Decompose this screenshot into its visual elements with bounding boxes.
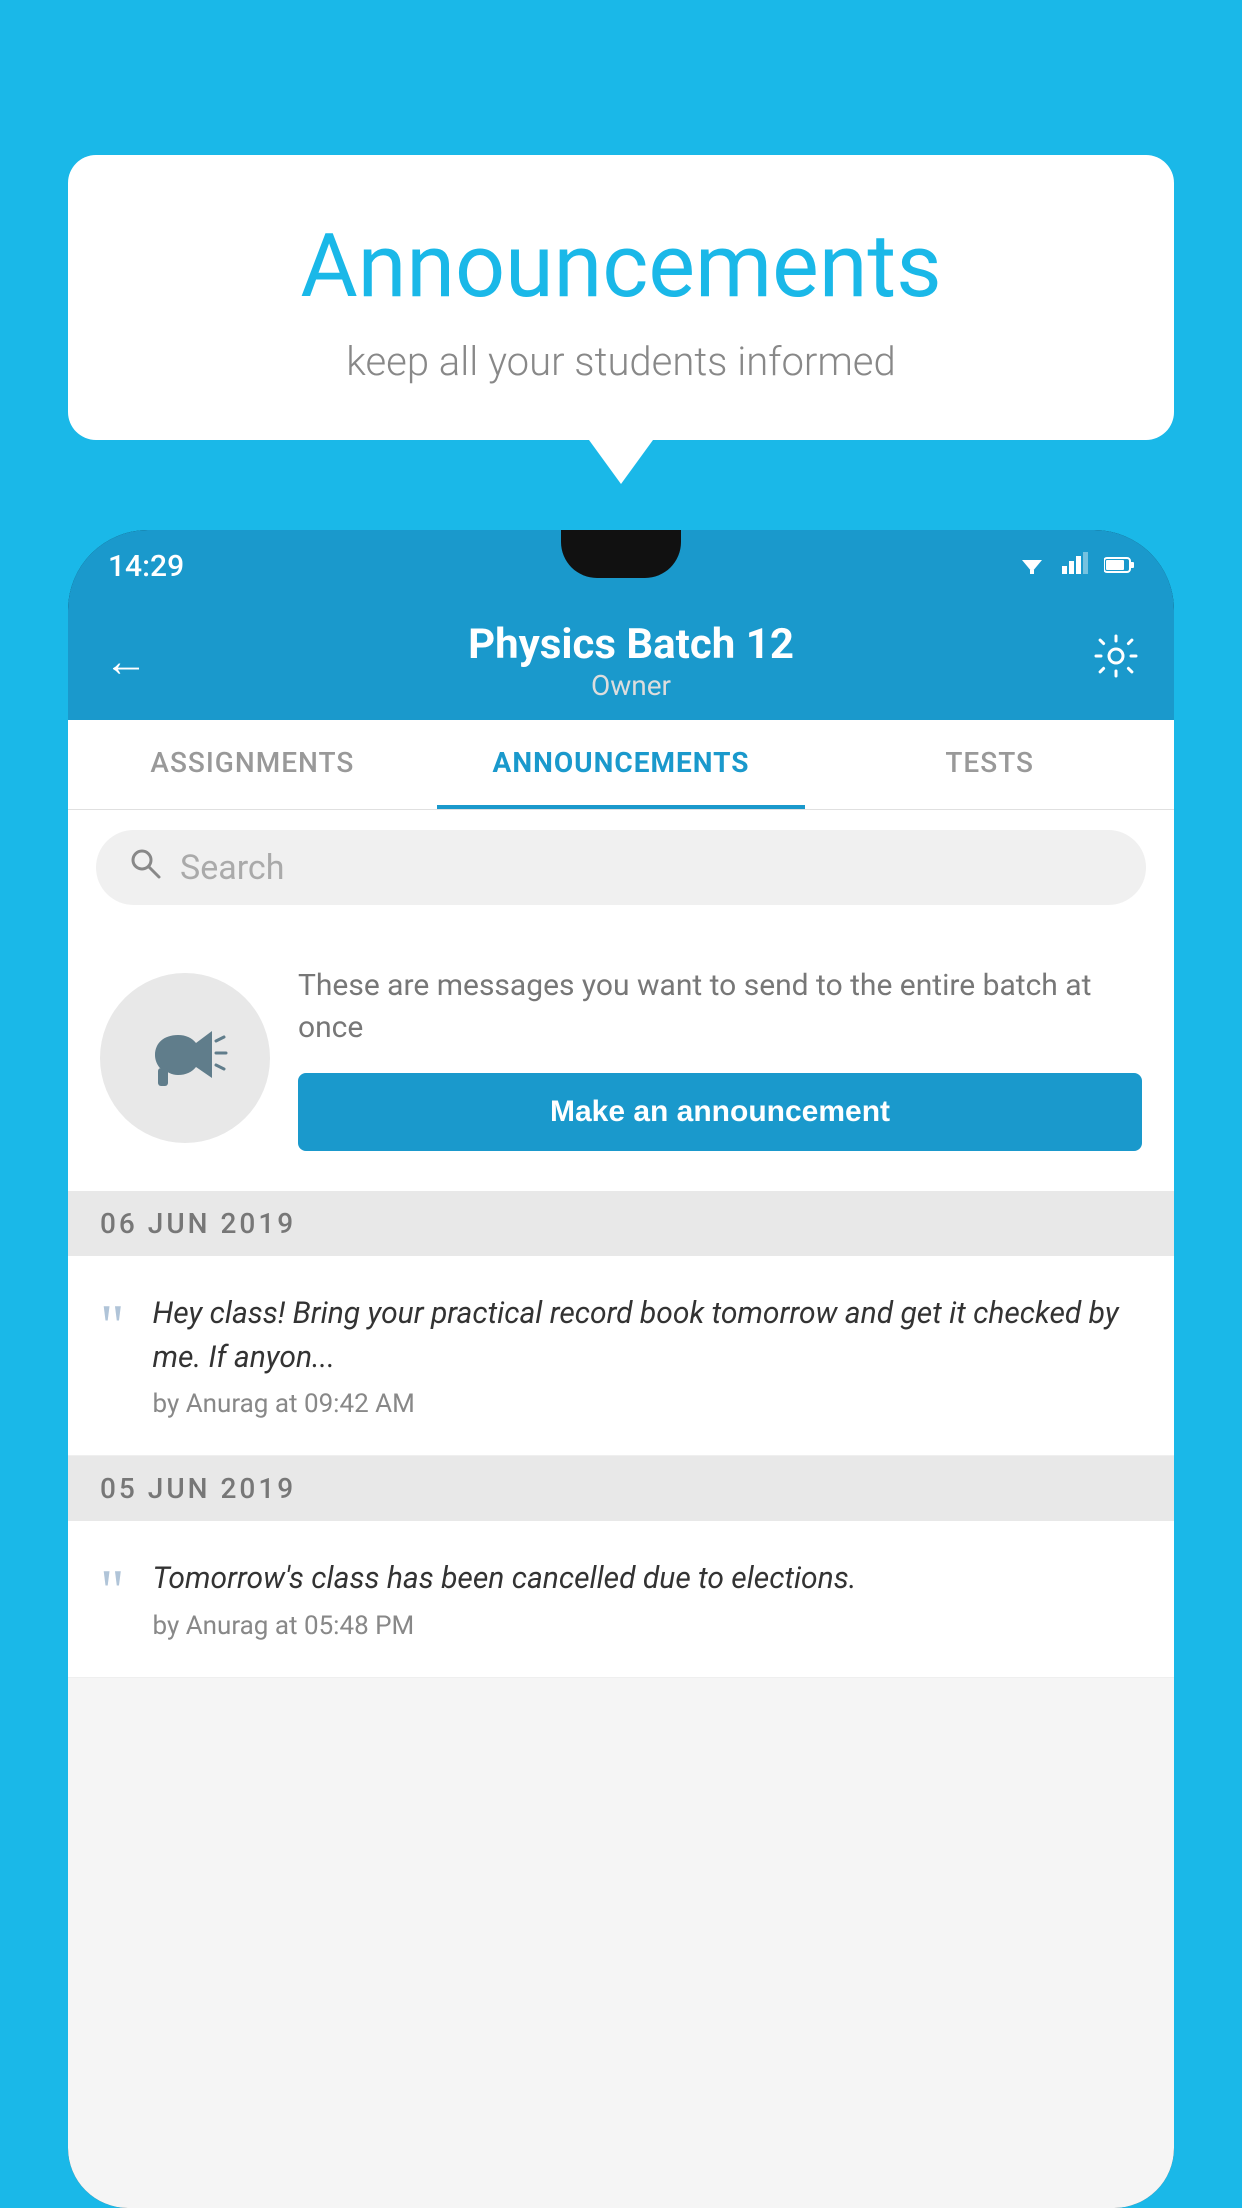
announcement-text-2: Tomorrow's class has been cancelled due … — [153, 1557, 1143, 1641]
app-bar: ← Physics Batch 12 Owner — [68, 602, 1174, 720]
bubble-title: Announcements — [148, 215, 1094, 318]
app-bar-title-group: Physics Batch 12 Owner — [168, 620, 1094, 702]
tab-assignments[interactable]: ASSIGNMENTS — [68, 720, 437, 809]
search-placeholder: Search — [180, 848, 284, 888]
screen-content: Search These are messages you want to se… — [68, 810, 1174, 2208]
tabs-row: ASSIGNMENTS ANNOUNCEMENTS TESTS — [68, 720, 1174, 810]
status-bar: 14:29 — [68, 530, 1174, 602]
date-separator-1: 06 JUN 2019 — [68, 1191, 1174, 1256]
quote-icon-2: " — [100, 1561, 125, 1621]
status-time: 14:29 — [108, 549, 184, 584]
promo-icon-circle — [100, 973, 270, 1143]
back-button[interactable]: ← — [104, 635, 148, 687]
announcement-item-2[interactable]: " Tomorrow's class has been cancelled du… — [68, 1521, 1174, 1678]
app-bar-subtitle: Owner — [168, 669, 1094, 702]
status-icons — [1018, 551, 1134, 581]
search-bar[interactable]: Search — [96, 830, 1146, 905]
speech-bubble-container: Announcements keep all your students inf… — [68, 155, 1174, 484]
signal-icon — [1062, 551, 1088, 581]
promo-card: These are messages you want to send to t… — [68, 925, 1174, 1191]
announcement-item-1[interactable]: " Hey class! Bring your practical record… — [68, 1256, 1174, 1456]
search-bar-wrapper: Search — [68, 810, 1174, 925]
speech-bubble-tail — [589, 440, 653, 484]
tab-tests[interactable]: TESTS — [805, 720, 1174, 809]
promo-right: These are messages you want to send to t… — [298, 965, 1142, 1151]
make-announcement-button[interactable]: Make an announcement — [298, 1073, 1142, 1151]
tab-announcements[interactable]: ANNOUNCEMENTS — [437, 720, 806, 809]
wifi-icon — [1018, 551, 1046, 581]
announcement-meta-1: by Anurag at 09:42 AM — [153, 1389, 1143, 1419]
promo-description: These are messages you want to send to t… — [298, 965, 1142, 1049]
search-icon — [128, 846, 162, 889]
phone-frame: 14:29 ← Physics Batch 12 Owner — [68, 530, 1174, 2208]
announcement-meta-2: by Anurag at 05:48 PM — [153, 1611, 1143, 1641]
quote-icon-1: " — [100, 1296, 125, 1356]
notch — [561, 530, 681, 578]
announcement-body-1: Hey class! Bring your practical record b… — [153, 1292, 1143, 1379]
gear-icon[interactable] — [1094, 634, 1138, 689]
announcement-body-2: Tomorrow's class has been cancelled due … — [153, 1557, 1143, 1601]
bubble-subtitle: keep all your students informed — [148, 338, 1094, 385]
app-bar-title: Physics Batch 12 — [168, 620, 1094, 669]
battery-icon — [1104, 551, 1134, 581]
announcement-text-1: Hey class! Bring your practical record b… — [153, 1292, 1143, 1419]
speech-bubble: Announcements keep all your students inf… — [68, 155, 1174, 440]
date-separator-2: 05 JUN 2019 — [68, 1456, 1174, 1521]
